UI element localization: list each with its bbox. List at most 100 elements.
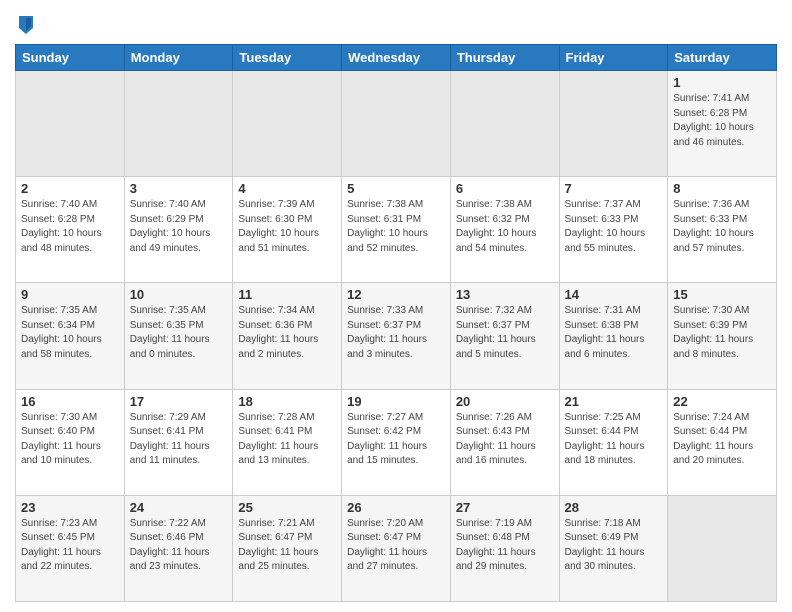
calendar-cell: 19 Sunrise: 7:27 AM Sunset: 6:42 PM Dayli… (342, 389, 451, 495)
calendar-cell: 14 Sunrise: 7:31 AM Sunset: 6:38 PM Dayli… (559, 283, 668, 389)
day-info: Sunrise: 7:35 AM Sunset: 6:35 PM Dayligh… (130, 304, 228, 362)
column-header-tuesday: Tuesday (233, 45, 342, 71)
day-info: Sunrise: 7:41 AM Sunset: 6:28 PM Dayligh… (673, 92, 771, 150)
day-info: Sunrise: 7:22 AM Sunset: 6:46 PM Dayligh… (130, 517, 228, 575)
calendar-cell: 1 Sunrise: 7:41 AM Sunset: 6:28 PM Daylig… (668, 71, 777, 177)
calendar-cell (450, 71, 559, 177)
day-number: 20 (456, 394, 554, 409)
logo (15, 14, 35, 36)
column-header-thursday: Thursday (450, 45, 559, 71)
day-number: 6 (456, 181, 554, 196)
calendar-cell: 3 Sunrise: 7:40 AM Sunset: 6:29 PM Daylig… (124, 177, 233, 283)
day-info: Sunrise: 7:23 AM Sunset: 6:45 PM Dayligh… (21, 517, 119, 575)
calendar-cell (668, 495, 777, 601)
day-number: 28 (565, 500, 663, 515)
day-info: Sunrise: 7:30 AM Sunset: 6:40 PM Dayligh… (21, 411, 119, 469)
day-number: 13 (456, 287, 554, 302)
day-info: Sunrise: 7:38 AM Sunset: 6:32 PM Dayligh… (456, 198, 554, 256)
day-info: Sunrise: 7:30 AM Sunset: 6:39 PM Dayligh… (673, 304, 771, 362)
calendar-cell: 11 Sunrise: 7:34 AM Sunset: 6:36 PM Dayli… (233, 283, 342, 389)
day-info: Sunrise: 7:21 AM Sunset: 6:47 PM Dayligh… (238, 517, 336, 575)
day-number: 9 (21, 287, 119, 302)
day-info: Sunrise: 7:36 AM Sunset: 6:33 PM Dayligh… (673, 198, 771, 256)
day-number: 21 (565, 394, 663, 409)
calendar-header-row: SundayMondayTuesdayWednesdayThursdayFrid… (16, 45, 777, 71)
header (15, 10, 777, 36)
calendar-cell: 12 Sunrise: 7:33 AM Sunset: 6:37 PM Dayli… (342, 283, 451, 389)
day-number: 14 (565, 287, 663, 302)
calendar-cell: 13 Sunrise: 7:32 AM Sunset: 6:37 PM Dayli… (450, 283, 559, 389)
day-number: 25 (238, 500, 336, 515)
day-info: Sunrise: 7:28 AM Sunset: 6:41 PM Dayligh… (238, 411, 336, 469)
day-number: 18 (238, 394, 336, 409)
column-header-monday: Monday (124, 45, 233, 71)
day-number: 24 (130, 500, 228, 515)
calendar-cell: 20 Sunrise: 7:26 AM Sunset: 6:43 PM Dayli… (450, 389, 559, 495)
day-info: Sunrise: 7:39 AM Sunset: 6:30 PM Dayligh… (238, 198, 336, 256)
day-info: Sunrise: 7:40 AM Sunset: 6:28 PM Dayligh… (21, 198, 119, 256)
calendar-cell: 21 Sunrise: 7:25 AM Sunset: 6:44 PM Dayli… (559, 389, 668, 495)
page: SundayMondayTuesdayWednesdayThursdayFrid… (0, 0, 792, 612)
column-header-saturday: Saturday (668, 45, 777, 71)
day-number: 11 (238, 287, 336, 302)
column-header-friday: Friday (559, 45, 668, 71)
calendar-cell (559, 71, 668, 177)
day-info: Sunrise: 7:31 AM Sunset: 6:38 PM Dayligh… (565, 304, 663, 362)
day-number: 15 (673, 287, 771, 302)
day-number: 2 (21, 181, 119, 196)
calendar-week-3: 9 Sunrise: 7:35 AM Sunset: 6:34 PM Daylig… (16, 283, 777, 389)
day-info: Sunrise: 7:40 AM Sunset: 6:29 PM Dayligh… (130, 198, 228, 256)
day-number: 17 (130, 394, 228, 409)
calendar-cell: 25 Sunrise: 7:21 AM Sunset: 6:47 PM Dayli… (233, 495, 342, 601)
calendar-week-2: 2 Sunrise: 7:40 AM Sunset: 6:28 PM Daylig… (16, 177, 777, 283)
column-header-wednesday: Wednesday (342, 45, 451, 71)
calendar-cell (16, 71, 125, 177)
day-number: 3 (130, 181, 228, 196)
calendar-cell: 23 Sunrise: 7:23 AM Sunset: 6:45 PM Dayli… (16, 495, 125, 601)
day-info: Sunrise: 7:33 AM Sunset: 6:37 PM Dayligh… (347, 304, 445, 362)
day-info: Sunrise: 7:34 AM Sunset: 6:36 PM Dayligh… (238, 304, 336, 362)
calendar-cell: 17Sunrise: 7:29 AM Sunset: 6:41 PM Dayli… (124, 389, 233, 495)
logo-icon (17, 14, 35, 36)
column-header-sunday: Sunday (16, 45, 125, 71)
day-number: 8 (673, 181, 771, 196)
calendar-cell: 10 Sunrise: 7:35 AM Sunset: 6:35 PM Dayli… (124, 283, 233, 389)
calendar-cell: 16 Sunrise: 7:30 AM Sunset: 6:40 PM Dayli… (16, 389, 125, 495)
day-number: 19 (347, 394, 445, 409)
calendar-week-1: 1 Sunrise: 7:41 AM Sunset: 6:28 PM Daylig… (16, 71, 777, 177)
day-number: 1 (673, 75, 771, 90)
calendar-table: SundayMondayTuesdayWednesdayThursdayFrid… (15, 44, 777, 602)
day-info: Sunrise: 7:35 AM Sunset: 6:34 PM Dayligh… (21, 304, 119, 362)
calendar-cell (233, 71, 342, 177)
calendar-week-5: 23 Sunrise: 7:23 AM Sunset: 6:45 PM Dayli… (16, 495, 777, 601)
calendar-cell: 15 Sunrise: 7:30 AM Sunset: 6:39 PM Dayli… (668, 283, 777, 389)
day-info: Sunrise: 7:32 AM Sunset: 6:37 PM Dayligh… (456, 304, 554, 362)
calendar-cell: 6 Sunrise: 7:38 AM Sunset: 6:32 PM Daylig… (450, 177, 559, 283)
calendar-cell: 8 Sunrise: 7:36 AM Sunset: 6:33 PM Daylig… (668, 177, 777, 283)
day-info: Sunrise: 7:20 AM Sunset: 6:47 PM Dayligh… (347, 517, 445, 575)
day-info: Sunrise: 7:18 AM Sunset: 6:49 PM Dayligh… (565, 517, 663, 575)
day-number: 7 (565, 181, 663, 196)
calendar-cell: 27Sunrise: 7:19 AM Sunset: 6:48 PM Dayli… (450, 495, 559, 601)
calendar-cell: 2 Sunrise: 7:40 AM Sunset: 6:28 PM Daylig… (16, 177, 125, 283)
calendar-cell (124, 71, 233, 177)
day-info: Sunrise: 7:26 AM Sunset: 6:43 PM Dayligh… (456, 411, 554, 469)
calendar-cell: 4Sunrise: 7:39 AM Sunset: 6:30 PM Daylig… (233, 177, 342, 283)
calendar-cell (342, 71, 451, 177)
day-number: 10 (130, 287, 228, 302)
day-number: 23 (21, 500, 119, 515)
day-info: Sunrise: 7:24 AM Sunset: 6:44 PM Dayligh… (673, 411, 771, 469)
calendar-week-4: 16 Sunrise: 7:30 AM Sunset: 6:40 PM Dayli… (16, 389, 777, 495)
day-info: Sunrise: 7:37 AM Sunset: 6:33 PM Dayligh… (565, 198, 663, 256)
calendar-cell: 7 Sunrise: 7:37 AM Sunset: 6:33 PM Daylig… (559, 177, 668, 283)
calendar-cell: 5Sunrise: 7:38 AM Sunset: 6:31 PM Daylig… (342, 177, 451, 283)
day-info: Sunrise: 7:38 AM Sunset: 6:31 PM Dayligh… (347, 198, 445, 256)
calendar-cell: 28 Sunrise: 7:18 AM Sunset: 6:49 PM Dayli… (559, 495, 668, 601)
calendar-cell: 26Sunrise: 7:20 AM Sunset: 6:47 PM Dayli… (342, 495, 451, 601)
day-info: Sunrise: 7:27 AM Sunset: 6:42 PM Dayligh… (347, 411, 445, 469)
day-info: Sunrise: 7:25 AM Sunset: 6:44 PM Dayligh… (565, 411, 663, 469)
day-number: 22 (673, 394, 771, 409)
day-number: 12 (347, 287, 445, 302)
day-number: 27 (456, 500, 554, 515)
day-number: 16 (21, 394, 119, 409)
